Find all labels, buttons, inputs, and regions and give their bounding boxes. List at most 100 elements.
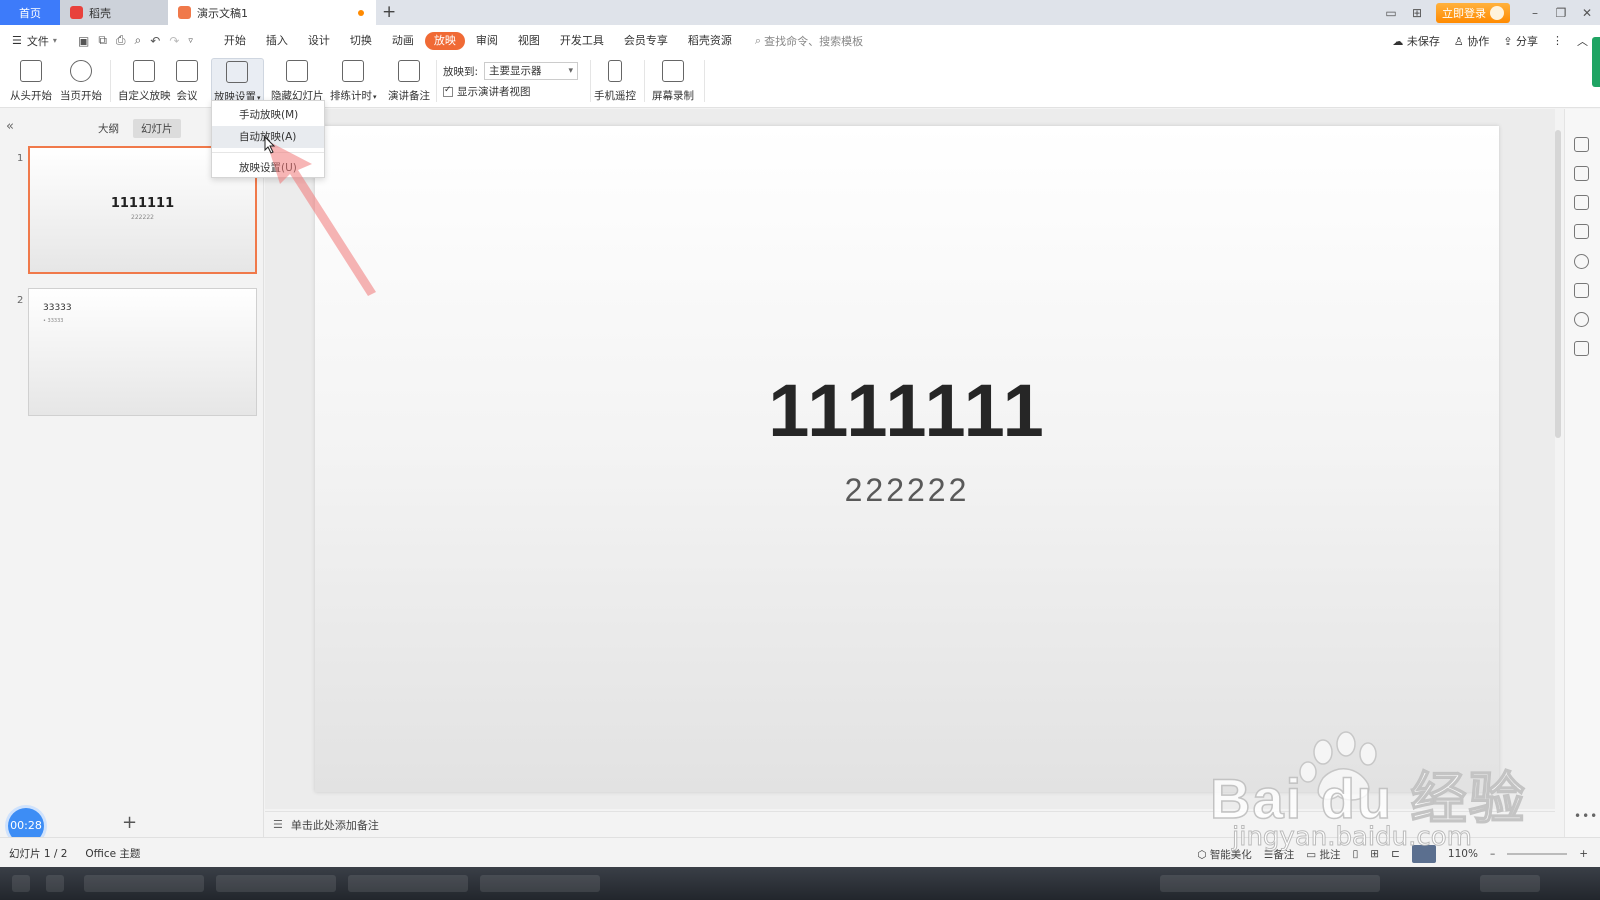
design-icon[interactable] xyxy=(1574,137,1589,152)
mouse-cursor-icon xyxy=(264,136,276,154)
print-preview-icon[interactable]: ⌕ xyxy=(135,33,142,48)
more-icon[interactable]: ⋮ xyxy=(1552,34,1563,47)
share-button[interactable]: ⇪ 分享 xyxy=(1503,33,1538,49)
customize-icon[interactable]: ▿ xyxy=(188,36,193,46)
clock[interactable] xyxy=(1480,875,1540,892)
right-sidebar: ••• xyxy=(1564,109,1600,837)
collapse-panel-icon[interactable]: « xyxy=(6,119,14,134)
smart-beautify-button[interactable]: ⬡ 智能美化 xyxy=(1197,847,1252,862)
tab-document[interactable]: 演示文稿1 xyxy=(168,0,376,25)
custom-show-button[interactable]: 自定义放映 xyxy=(118,60,171,103)
export-icon[interactable]: ⧉ xyxy=(98,33,107,48)
tab-home[interactable]: 首页 xyxy=(0,0,60,25)
package-icon[interactable] xyxy=(1574,341,1589,356)
current-slide[interactable]: 1111111 222222 xyxy=(315,126,1499,792)
play-slideshow-button[interactable] xyxy=(1411,845,1436,863)
notes-pane[interactable]: ☰ 单击此处添加备注 xyxy=(265,811,1555,837)
share-icon: ⇪ xyxy=(1503,34,1513,48)
show-to-select[interactable]: 主要显示器 xyxy=(484,62,579,80)
user-icon: ♙ xyxy=(1453,34,1464,48)
menu-member[interactable]: 会员专享 xyxy=(615,32,677,50)
menu-design[interactable]: 设计 xyxy=(299,32,339,50)
hide-slide-button[interactable]: 隐藏幻灯片 xyxy=(271,60,324,103)
zoom-slider[interactable] xyxy=(1507,853,1568,855)
thumb-bullet: • 33333 xyxy=(43,318,64,324)
menu-start[interactable]: 开始 xyxy=(215,32,255,50)
slide-thumbnail-2[interactable]: 33333 • 33333 xyxy=(28,288,257,416)
file-menu[interactable]: ☰ 文件 ▾ xyxy=(0,33,70,49)
menu-slideshow[interactable]: 放映 xyxy=(424,31,465,50)
help-icon[interactable] xyxy=(1574,254,1589,269)
show-to-value: 主要显示器 xyxy=(489,65,542,77)
slide-subtitle[interactable]: 222222 xyxy=(315,472,1499,509)
new-tab-button[interactable]: + xyxy=(382,2,396,22)
notes-toggle[interactable]: ☰备注 xyxy=(1264,847,1294,862)
slide-title[interactable]: 1111111 xyxy=(315,368,1499,453)
menu-transition[interactable]: 切换 xyxy=(341,32,381,50)
tab-daoke[interactable]: 稻壳 xyxy=(60,0,168,25)
close-icon[interactable]: ✕ xyxy=(1574,6,1600,20)
print-icon[interactable]: ⎙ xyxy=(116,33,126,48)
taskbar-app[interactable] xyxy=(480,875,600,892)
image-icon[interactable] xyxy=(1574,283,1589,298)
more-icon[interactable]: ••• xyxy=(1574,809,1598,823)
login-button[interactable]: 立即登录 xyxy=(1436,2,1510,23)
save-icon[interactable]: ▣ xyxy=(78,34,89,48)
system-tray[interactable] xyxy=(1160,875,1380,892)
transition-icon[interactable] xyxy=(1574,224,1589,239)
add-slide-button[interactable]: + xyxy=(122,812,137,833)
sorter-view-icon[interactable]: ⊞ xyxy=(1370,848,1379,860)
quick-access-toolbar: ▣ ⧉ ⎙ ⌕ ↶ ↷ ▿ xyxy=(78,33,193,48)
reading-view-icon[interactable]: ⊏ xyxy=(1391,848,1400,860)
layout-icon[interactable]: ▭ xyxy=(1378,6,1404,20)
from-current-label: 当页开始 xyxy=(60,90,102,102)
taskview-icon[interactable] xyxy=(46,875,64,892)
menu-animation[interactable]: 动画 xyxy=(383,32,423,50)
redo-icon[interactable]: ↷ xyxy=(169,34,179,48)
show-to-group: 放映到: 主要显示器 xyxy=(443,62,579,80)
menu-review[interactable]: 审阅 xyxy=(467,32,507,50)
collab-button[interactable]: ♙ 协作 xyxy=(1454,33,1489,49)
apps-grid-icon[interactable]: ⊞ xyxy=(1404,6,1430,20)
location-icon[interactable] xyxy=(1574,312,1589,327)
collapse-ribbon-icon[interactable]: ︿ xyxy=(1577,33,1588,49)
screen-record-button[interactable]: 屏幕录制 xyxy=(652,60,694,103)
menu-insert[interactable]: 插入 xyxy=(257,32,297,50)
scrollbar-thumb[interactable] xyxy=(1555,130,1561,438)
from-start-label: 从头开始 xyxy=(10,90,52,102)
tab-slides[interactable]: 幻灯片 xyxy=(133,119,181,138)
taskbar-app[interactable] xyxy=(84,875,204,892)
taskbar-app[interactable] xyxy=(216,875,336,892)
properties-icon[interactable] xyxy=(1574,166,1589,181)
speaker-notes-button[interactable]: 演讲备注 xyxy=(388,60,430,103)
presenter-view-checkbox[interactable]: 显示演讲者视图 xyxy=(443,84,531,99)
command-search[interactable]: ⌕ 查找命令、搜索模板 xyxy=(755,33,863,49)
from-current-button[interactable]: 当页开始 xyxy=(60,60,102,103)
undo-icon[interactable]: ↶ xyxy=(150,34,160,48)
zoom-in-icon[interactable]: + xyxy=(1579,848,1588,860)
animation-icon[interactable] xyxy=(1574,195,1589,210)
rehearse-button[interactable]: 排练计时▾ xyxy=(330,60,377,103)
tab-outline[interactable]: 大纲 xyxy=(90,119,127,138)
rehearse-label: 排练计时 xyxy=(330,90,372,102)
taskbar-app[interactable] xyxy=(348,875,468,892)
minimize-icon[interactable]: – xyxy=(1522,6,1548,20)
from-start-button[interactable]: 从头开始 xyxy=(10,60,52,103)
meeting-button[interactable]: 会议 xyxy=(176,60,198,103)
restore-icon[interactable]: ❐ xyxy=(1548,6,1574,20)
menu-view[interactable]: 视图 xyxy=(509,32,549,50)
unsaved-button[interactable]: ☁ 未保存 xyxy=(1392,33,1440,49)
menu-daoke-resources[interactable]: 稻壳资源 xyxy=(679,32,741,50)
hamburger-icon: ☰ xyxy=(12,34,22,47)
menu-developer[interactable]: 开发工具 xyxy=(551,32,613,50)
vertical-scrollbar[interactable] xyxy=(1554,118,1562,798)
normal-view-icon[interactable]: ▯ xyxy=(1353,848,1359,860)
comments-toggle[interactable]: ▭ 批注 xyxy=(1306,847,1340,862)
zoom-level[interactable]: 110% xyxy=(1448,848,1478,860)
manual-show-item[interactable]: 手动放映(M) xyxy=(212,104,324,126)
show-settings-item[interactable]: 放映设置(U) xyxy=(212,157,324,179)
zoom-out-icon[interactable]: – xyxy=(1490,848,1495,860)
side-tab[interactable] xyxy=(1592,37,1600,87)
start-icon[interactable] xyxy=(12,875,30,892)
phone-remote-button[interactable]: 手机遥控 xyxy=(594,60,636,103)
